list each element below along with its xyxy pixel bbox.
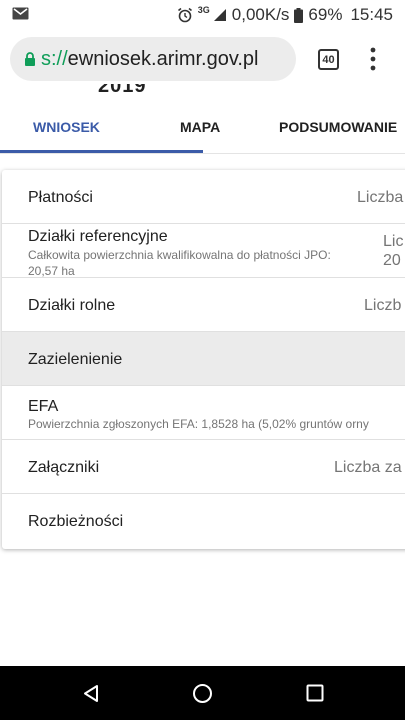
overflow-menu-icon[interactable] bbox=[366, 46, 380, 72]
battery-level: 69% bbox=[308, 5, 343, 24]
active-tab-indicator bbox=[0, 150, 203, 153]
list-item-platnosci[interactable]: Płatności Liczba bbox=[2, 170, 405, 224]
battery-icon bbox=[294, 7, 304, 23]
list-item-title: Działki rolne bbox=[28, 297, 116, 314]
list-item-title: EFA bbox=[28, 398, 59, 415]
page-heading-partial: 2019 bbox=[98, 84, 147, 94]
network-type-label: 3G bbox=[197, 5, 210, 15]
list-item-title: Rozbieżności bbox=[28, 513, 124, 530]
signal-icon bbox=[213, 9, 226, 21]
tab-podsumowanie[interactable]: PODSUMOWANIE bbox=[279, 119, 397, 135]
url-host: ewniosek.arimr.gov.pl bbox=[67, 47, 259, 70]
browser-toolbar: s://ewniosek.arimr.gov.pl 40 bbox=[0, 30, 405, 88]
list-item-zazielenienie[interactable]: Zazielenienie bbox=[2, 332, 405, 386]
list-item-subtitle: Całkowita powierzchnia kwalifikowalna do… bbox=[28, 248, 331, 278]
application-sections-card: Płatności Liczba Działki referencyjne Ca… bbox=[2, 170, 405, 549]
list-item-title: Działki referencyjne bbox=[28, 228, 168, 245]
tab-mapa[interactable]: MAPA bbox=[180, 119, 220, 135]
status-bar: 3G 0,00K/s 69% 15:45 bbox=[0, 0, 405, 30]
list-item-title: Płatności bbox=[28, 189, 93, 206]
list-item-zalaczniki[interactable]: Załączniki Liczba za bbox=[2, 440, 405, 494]
system-navigation-bar bbox=[0, 666, 405, 720]
list-item-count-label: Lic bbox=[383, 233, 404, 250]
list-item-dzialki-rolne[interactable]: Działki rolne Liczb bbox=[2, 278, 405, 332]
lock-icon bbox=[25, 52, 35, 66]
home-icon[interactable] bbox=[192, 683, 213, 704]
list-item-title: Załączniki bbox=[28, 459, 100, 476]
list-item-title: Zazielenienie bbox=[28, 351, 123, 368]
list-item-efa[interactable]: EFA Powierzchnia zgłoszonych EFA: 1,8528… bbox=[2, 386, 405, 440]
url-text: s://ewniosek.arimr.gov.pl bbox=[41, 48, 259, 71]
list-item-count: Liczba bbox=[357, 189, 404, 206]
list-item-dzialki-referencyjne[interactable]: Działki referencyjne Całkowita powierzch… bbox=[2, 224, 405, 278]
tab-switcher-button[interactable]: 40 bbox=[318, 49, 339, 70]
list-item-rozbieznosci[interactable]: Rozbieżności bbox=[2, 494, 405, 549]
list-item-count-value: 20 bbox=[383, 252, 401, 269]
network-speed: 0,00K/s bbox=[231, 5, 290, 24]
clock: 15:45 bbox=[350, 5, 393, 24]
list-item-count: Liczba za bbox=[334, 459, 402, 476]
back-icon[interactable] bbox=[82, 684, 100, 703]
list-item-count: Liczb bbox=[364, 297, 402, 314]
tab-wniosek[interactable]: WNIOSEK bbox=[33, 119, 100, 135]
tab-bar: WNIOSEK MAPA PODSUMOWANIE bbox=[0, 100, 405, 154]
recents-icon[interactable] bbox=[306, 684, 324, 702]
gmail-notification-icon bbox=[12, 7, 29, 20]
list-item-subtitle: Powierzchnia zgłoszonych EFA: 1,8528 ha … bbox=[28, 417, 369, 431]
url-prefix: s:// bbox=[41, 47, 68, 70]
alarm-icon bbox=[177, 7, 192, 23]
address-bar[interactable]: s://ewniosek.arimr.gov.pl bbox=[10, 37, 296, 81]
